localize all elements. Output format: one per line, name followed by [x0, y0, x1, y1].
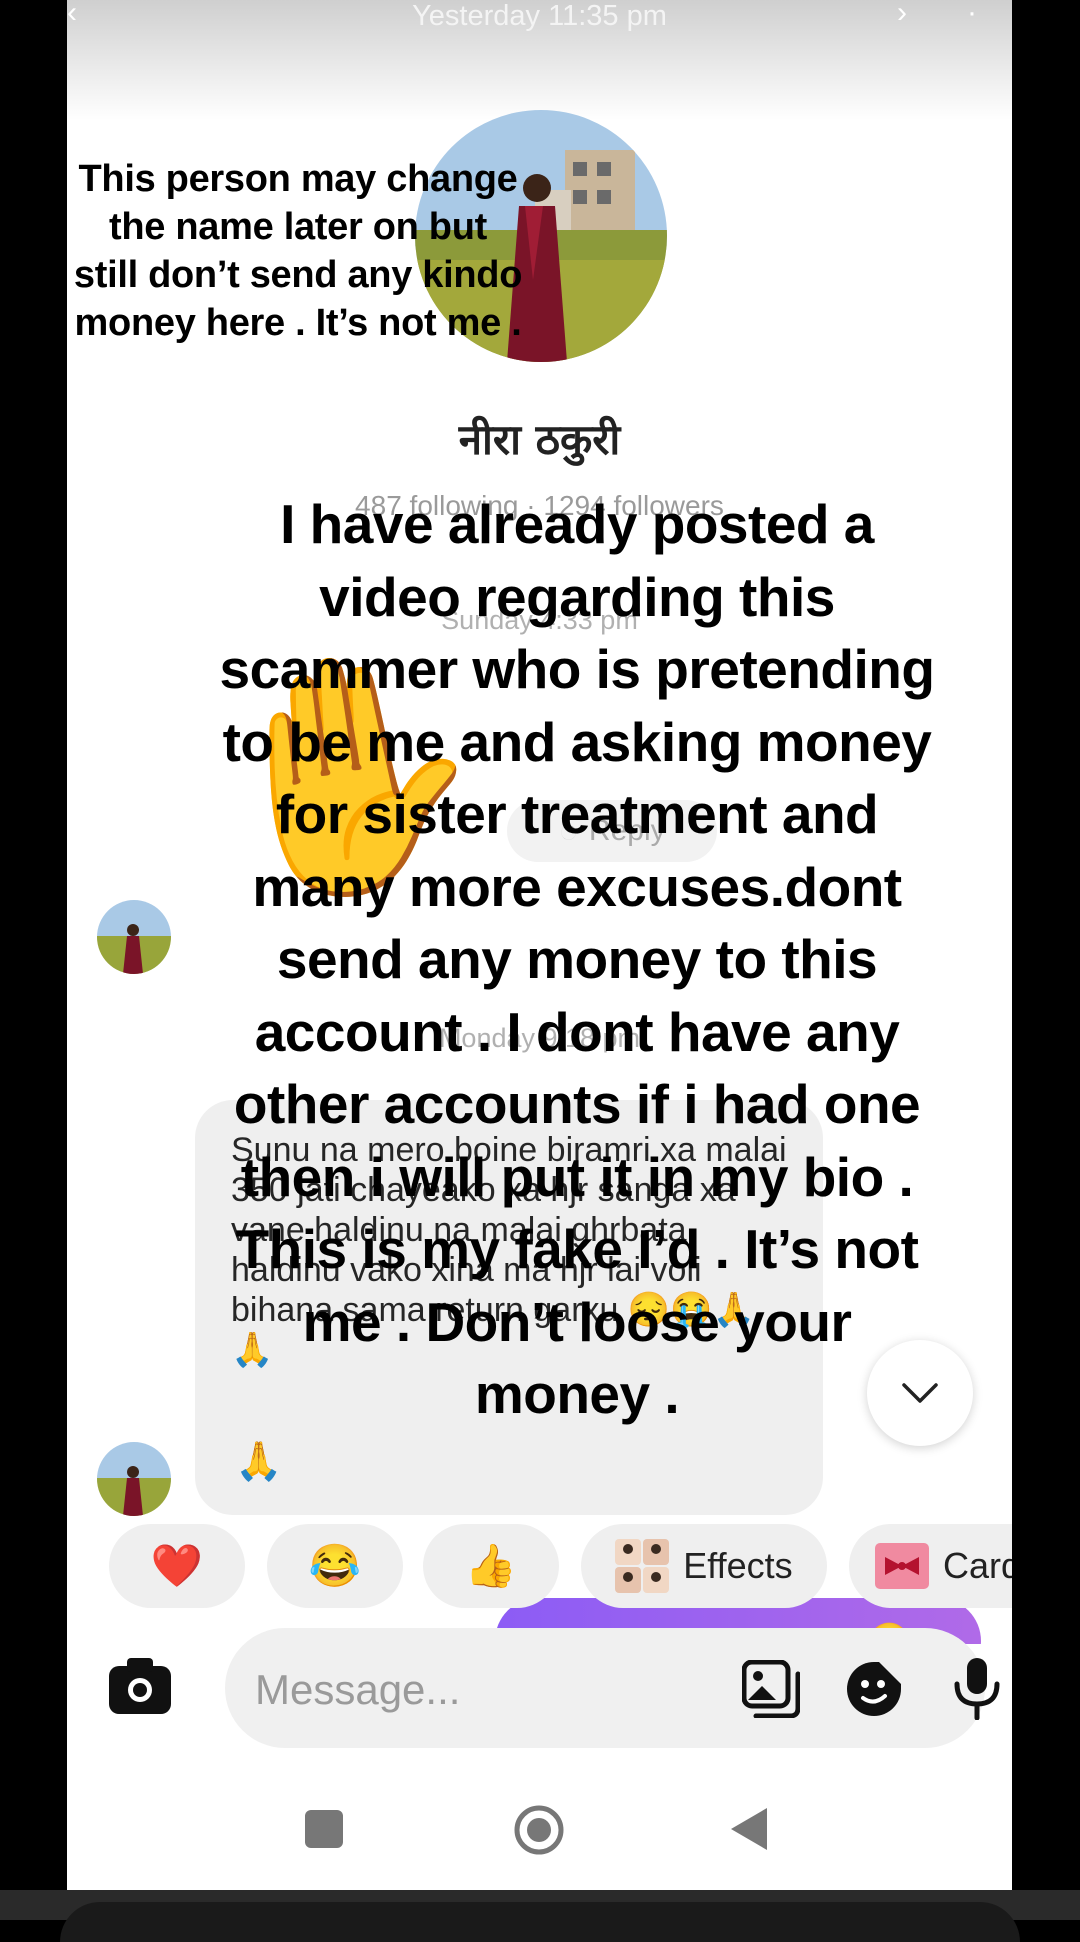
- nav-recent-icon: [305, 1810, 343, 1848]
- sticker-button[interactable]: [845, 1660, 903, 1723]
- thumbs-up-icon: 👍: [464, 1541, 518, 1589]
- message-trailing-emoji: 🙏: [235, 1441, 283, 1483]
- quick-reactions-row: ❤️ 😂 👍 Effects Card: [67, 1524, 1012, 1610]
- laugh-reaction-button[interactable]: 😂: [267, 1524, 403, 1608]
- profile-name[interactable]: नीरा ठकुरी: [67, 410, 1012, 467]
- chevron-down-icon: [902, 1383, 938, 1403]
- nav-home-icon: [514, 1805, 564, 1855]
- system-nav-bar: [67, 1790, 1012, 1870]
- avatar[interactable]: [97, 900, 171, 974]
- avatar-image: [97, 1442, 171, 1516]
- message-composer: Message...: [87, 1628, 1000, 1748]
- nav-back-button[interactable]: [729, 1806, 769, 1857]
- camera-button[interactable]: [109, 1658, 171, 1719]
- top-timestamp: Yesterday 11:35 pm: [412, 0, 667, 32]
- mic-icon: [954, 1658, 1000, 1721]
- thumbs-up-reaction-button[interactable]: 👍: [423, 1524, 559, 1608]
- effects-button[interactable]: Effects: [581, 1524, 827, 1608]
- bottom-device-strip: [0, 1890, 1080, 1942]
- gallery-button[interactable]: [741, 1659, 801, 1723]
- nav-home-button[interactable]: [513, 1804, 565, 1861]
- scroll-down-button[interactable]: [867, 1340, 973, 1446]
- nav-back-icon: [731, 1808, 767, 1850]
- left-caption: This person may change the name later on…: [73, 158, 523, 344]
- cards-label: Card: [943, 1545, 1012, 1586]
- device-curve: [60, 1902, 1020, 1942]
- laugh-emoji-icon: 😂: [308, 1541, 362, 1589]
- nav-recent-button[interactable]: [305, 1810, 343, 1853]
- heart-icon: ❤️: [150, 1541, 204, 1589]
- card-gift-icon: [875, 1543, 929, 1589]
- avatar[interactable]: [97, 1442, 171, 1516]
- avatar-image: [97, 900, 171, 974]
- cards-button[interactable]: Card: [849, 1524, 1012, 1608]
- effects-label: Effects: [683, 1545, 793, 1586]
- sticker-icon: [847, 1662, 901, 1716]
- message-placeholder: Message...: [255, 1666, 461, 1713]
- mic-button[interactable]: [953, 1656, 1001, 1725]
- overlay-caption: I have already posted a video regarding …: [219, 493, 935, 1425]
- chat-screen: ‹ › · Yesterday 11:35 pm This person may…: [67, 0, 1012, 1890]
- camera-icon: [109, 1658, 171, 1714]
- heart-reaction-button[interactable]: ❤️: [109, 1524, 245, 1608]
- effects-icon: [615, 1539, 670, 1593]
- gallery-icon: [741, 1659, 801, 1719]
